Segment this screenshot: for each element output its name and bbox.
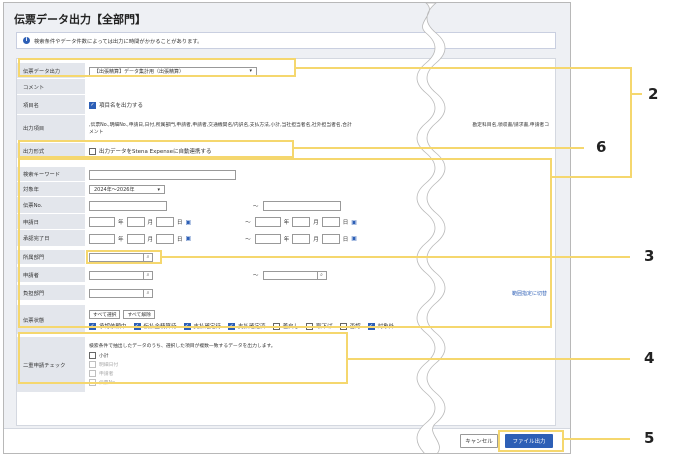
callout-line-4 [348,358,630,360]
callout-line-2b [630,67,632,177]
callout-5: 5 [644,429,655,447]
output-items-text: ,伝票No.,明細No.,申請日,日付,所属部門,申請者,申請者,交通機関名/内… [89,123,352,128]
label-item-name: 項目名 [17,95,85,115]
row-output-items: 出力項目 ,伝票No.,明細No.,申請日,日付,所属部門,申請者,申請者,交通… [17,115,555,141]
notice-text: 検索条件やデータ件数によっては出力に時間がかかることがあります。 [34,38,203,45]
callout-line-2c [552,176,632,178]
highlight-double-check [18,332,348,384]
highlight-output-type [18,58,296,77]
output-items-text-right: 勘定科目名,領収書/請求書,申請者コ [472,123,549,128]
footer-bar: キャンセル ファイル出力 [4,428,570,453]
callout-line-6 [294,147,584,149]
label-comment: コメント [17,79,85,95]
highlight-export-button [498,430,564,452]
highlight-search-conditions [18,158,552,328]
callout-4: 4 [644,349,655,367]
callout-3: 3 [644,247,655,265]
callout-line-2a [296,67,630,69]
row-comment: コメント [17,79,555,95]
info-icon: i [23,37,30,44]
callout-line-5 [564,438,630,440]
cancel-button[interactable]: キャンセル [460,434,498,448]
item-name-option: 項目名を出力する [99,103,144,109]
row-item-name: 項目名 ✓ 項目名を出力する [17,95,555,115]
item-name-checkbox[interactable]: ✓ [89,101,96,109]
label-output-items: 出力項目 [17,115,85,141]
output-items-wrap: メント [89,130,104,135]
callout-line-3 [162,256,630,258]
callout-line-2d [630,93,642,95]
callout-6: 6 [596,138,607,156]
callout-2: 2 [648,85,659,103]
page-title: 伝票データ出力【全部門】 [14,13,146,26]
notice-banner: i 検索条件やデータ件数によっては出力に時間がかかることがあります。 [16,32,556,49]
highlight-department [86,250,162,264]
highlight-output-format [18,140,294,158]
